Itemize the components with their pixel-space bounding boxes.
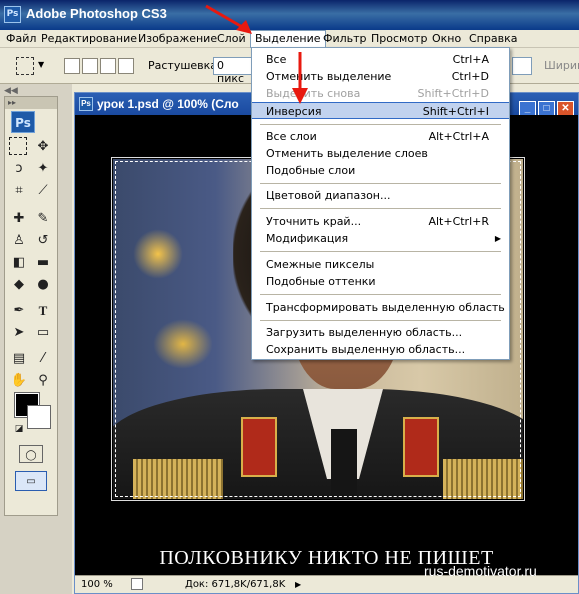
zoom-tool-icon[interactable]: ⚲ [33,371,53,391]
toolbox: ▸▸ Ps ✥ ↄ ✦ ⌗ ⟋ ✚ ✎ ♙ ↺ ◧ ▬ ◆ ● ✒ T ➤ ▭ … [4,96,58,516]
chevron-down-icon[interactable]: ▼ [38,60,44,69]
screen-mode-icon[interactable]: ▭ [15,471,47,491]
marquee-tool-preset-icon[interactable] [16,57,34,75]
watermark: rus-demotivator.ru [424,563,537,579]
status-options-icon[interactable] [131,578,143,590]
menu-item-inverse[interactable]: Инверсия Shift+Ctrl+I [252,102,509,119]
rectangle-shape-icon[interactable]: ▭ [33,323,53,343]
app-title: Adobe Photoshop CS3 [26,6,167,21]
magic-wand-tool-icon[interactable]: ✦ [33,159,53,179]
photoshop-logo: Ps [11,111,35,133]
feather-label: Растушевка: [148,59,221,72]
hand-tool-icon[interactable]: ✋ [9,371,29,391]
pen-tool-icon[interactable]: ✒ [9,301,29,321]
menu-edit[interactable]: Редактирование [37,31,141,47]
menu-item-all-layers[interactable]: Все слои Alt+Ctrl+A [252,128,509,145]
menu-item-refine-edge[interactable]: Уточнить край... Alt+Ctrl+R [252,213,509,230]
menubar: Файл Редактирование Изображение Слой Выд… [0,30,579,48]
eyedropper-tool-icon[interactable]: ⁄ [33,349,53,369]
healing-brush-icon[interactable]: ✚ [9,209,29,229]
new-selection-icon[interactable] [64,58,80,74]
crop-tool-icon[interactable]: ⌗ [9,181,29,201]
menu-item-reselect: Выделить снова Shift+Ctrl+D [266,87,489,100]
clone-stamp-icon[interactable]: ♙ [9,231,29,251]
feather-input[interactable]: 0 пикс [213,57,253,85]
subtract-selection-icon[interactable] [100,58,116,74]
gradient-tool-icon[interactable]: ▬ [33,253,53,273]
menu-item-save-selection[interactable]: Сохранить выделенную область... [252,341,509,358]
menu-filter[interactable]: Фильтр [319,31,371,47]
menu-item-deselect-layers[interactable]: Отменить выделение слоев [252,145,509,162]
rect-marquee-tool-icon[interactable] [9,137,27,155]
menu-separator [260,251,501,252]
menu-view[interactable]: Просмотр [367,31,431,47]
select-menu-dropdown: Все Ctrl+A Отменить выделение Ctrl+D Выдел… [251,47,510,360]
photoshop-app-icon: Ps [4,6,21,23]
intersect-selection-icon[interactable] [118,58,134,74]
menu-separator [260,208,501,209]
width-label: Ширин [544,59,579,72]
background-color-swatch[interactable] [27,405,51,429]
dodge-tool-icon[interactable]: ● [33,275,53,295]
menu-item-all[interactable]: Все Ctrl+A [252,51,509,68]
toolbox-grip[interactable]: ▸▸ [5,97,57,109]
menu-item-similar[interactable]: Подобные оттенки [252,273,509,290]
style-select[interactable] [512,57,532,75]
chevron-right-icon[interactable]: ▶ [295,576,301,593]
menu-item-color-range[interactable]: Цветовой диапазон... [252,187,509,204]
default-colors-icon[interactable]: ◪ [9,419,29,439]
blur-tool-icon[interactable]: ◆ [9,275,29,295]
menu-separator [260,124,501,125]
document-title: урок 1.psd @ 100% (Сло [97,97,239,111]
add-selection-icon[interactable] [82,58,98,74]
menu-item-grow[interactable]: Смежные пикселы [252,256,509,273]
menu-file[interactable]: Файл [2,31,40,47]
zoom-level[interactable]: 100 % [81,576,113,593]
menu-item-similar-layers[interactable]: Подобные слои [252,162,509,179]
menu-separator [260,294,501,295]
menu-select[interactable]: Выделение [250,30,326,48]
slice-tool-icon[interactable]: ⟋ [33,181,53,201]
psd-file-icon: Ps [79,97,93,111]
lasso-tool-icon[interactable]: ↄ [9,159,29,179]
path-selection-icon[interactable]: ➤ [9,323,29,343]
submenu-arrow-icon: ▶ [494,234,501,243]
history-brush-icon[interactable]: ↺ [33,231,53,251]
menu-layer[interactable]: Слой [213,31,250,47]
type-tool-icon[interactable]: T [33,301,53,321]
menu-separator [260,183,501,184]
menu-image[interactable]: Изображение [134,31,221,47]
app-titlebar: Ps Adobe Photoshop CS3 [0,0,579,30]
move-tool-icon[interactable]: ✥ [33,137,53,157]
document-size: Док: 671,8K/671,8K [185,579,286,590]
menu-help[interactable]: Справка [465,31,521,47]
menu-item-transform-selection[interactable]: Трансформировать выделенную область [252,299,509,316]
eraser-tool-icon[interactable]: ◧ [9,253,29,273]
menu-item-deselect[interactable]: Отменить выделение Ctrl+D [252,68,509,85]
menu-item-load-selection[interactable]: Загрузить выделенную область... [252,324,509,341]
menu-item-modify[interactable]: Модификация ▶ [252,230,509,247]
menu-separator [260,320,501,321]
collapse-arrows-icon[interactable]: ◀◀ [4,86,18,96]
brush-tool-icon[interactable]: ✎ [33,209,53,229]
notes-tool-icon[interactable]: ▤ [9,349,29,369]
quick-mask-icon[interactable]: ◯ [19,445,43,463]
menu-window[interactable]: Окно [428,31,465,47]
